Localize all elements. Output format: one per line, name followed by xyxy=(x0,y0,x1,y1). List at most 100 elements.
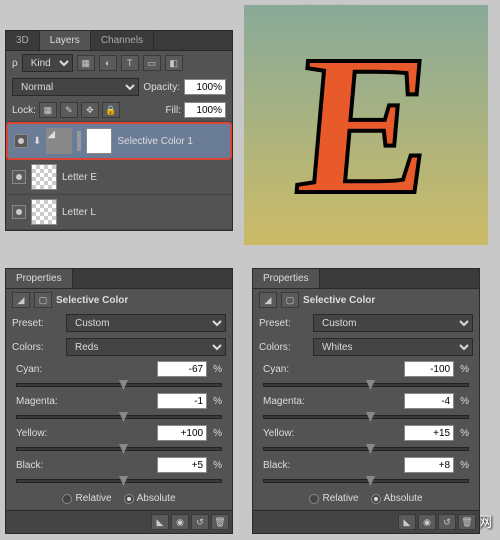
properties-panel-2: Properties ◢▢Selective Color Preset:Cust… xyxy=(252,268,480,534)
smart-filter-icon[interactable]: ◧ xyxy=(165,55,183,71)
tab-channels[interactable]: Channels xyxy=(91,31,154,50)
layer-name[interactable]: Letter E xyxy=(62,172,97,183)
channel-input[interactable] xyxy=(157,457,207,473)
lock-row: Lock: ▦ ✎ ✥ 🔒 Fill: xyxy=(6,99,232,122)
kind-label: ρ xyxy=(12,58,18,69)
tab-3d[interactable]: 3D xyxy=(6,31,40,50)
letter-art: E xyxy=(289,11,442,240)
tab-properties[interactable]: Properties xyxy=(6,269,73,288)
layer-selective-color[interactable]: ⬇ ◢ Selective Color 1 xyxy=(6,122,232,160)
pixel-filter-icon[interactable]: ▦ xyxy=(77,55,95,71)
preset-label: Preset: xyxy=(259,318,309,329)
adjustment-icon: ◢ xyxy=(12,292,30,308)
panel-footer: ◣ ◉ ↺ 🗑 xyxy=(253,510,479,533)
channel-slider[interactable] xyxy=(263,479,469,483)
adjustment-thumb[interactable]: ◢ xyxy=(46,128,72,154)
channel-slider[interactable] xyxy=(16,415,222,419)
channel-slider[interactable] xyxy=(16,479,222,483)
channel-slider[interactable] xyxy=(16,383,222,387)
visibility-icon[interactable] xyxy=(12,170,26,184)
channel-label: Yellow: xyxy=(16,428,66,439)
channel-input[interactable] xyxy=(157,425,207,441)
type-filter-icon[interactable]: T xyxy=(121,55,139,71)
panel-tabs: 3D Layers Channels xyxy=(6,31,232,51)
shape-filter-icon[interactable]: ▭ xyxy=(143,55,161,71)
blend-mode-select[interactable]: Normal xyxy=(12,78,139,96)
pct-label: % xyxy=(460,428,469,439)
tab-layers[interactable]: Layers xyxy=(40,31,91,50)
colors-select[interactable]: Reds xyxy=(66,338,226,356)
channel-label: Cyan: xyxy=(16,364,66,375)
mask-icon[interactable]: ▢ xyxy=(34,292,52,308)
visibility-icon[interactable] xyxy=(14,134,28,148)
relative-radio[interactable]: Relative xyxy=(62,493,111,504)
lock-paint-icon[interactable]: ✎ xyxy=(60,102,78,118)
channel-label: Magenta: xyxy=(16,396,66,407)
preset-select[interactable]: Custom xyxy=(313,314,473,332)
layer-thumb[interactable] xyxy=(31,164,57,190)
lock-all-icon[interactable]: 🔒 xyxy=(102,102,120,118)
lock-trans-icon[interactable]: ▦ xyxy=(39,102,57,118)
pct-label: % xyxy=(213,460,222,471)
channel-slider[interactable] xyxy=(16,447,222,451)
properties-panel-1: Properties ◢▢ Selective Color Preset: Cust… xyxy=(5,268,233,534)
preview-image: E xyxy=(244,5,488,245)
adjust-filter-icon[interactable]: ◐ xyxy=(99,55,117,71)
reset-icon[interactable]: ↺ xyxy=(438,514,456,530)
link-icon xyxy=(77,131,81,151)
colors-label: Colors: xyxy=(12,342,62,353)
absolute-radio[interactable]: Absolute xyxy=(371,493,423,504)
trash-icon[interactable]: 🗑 xyxy=(458,514,476,530)
mask-icon[interactable]: ▢ xyxy=(281,292,299,308)
trash-icon[interactable]: 🗑 xyxy=(211,514,229,530)
channel-slider[interactable] xyxy=(263,383,469,387)
absolute-radio[interactable]: Absolute xyxy=(124,493,176,504)
view-prev-icon[interactable]: ◉ xyxy=(418,514,436,530)
blend-row: Normal Opacity: xyxy=(6,75,232,99)
pct-label: % xyxy=(213,396,222,407)
channel-input[interactable] xyxy=(404,361,454,377)
channel-input[interactable] xyxy=(404,457,454,473)
preset-label: Preset: xyxy=(12,318,62,329)
channel-slider[interactable] xyxy=(263,415,469,419)
layer-letter-l[interactable]: Letter L xyxy=(6,195,232,230)
method-radio: Relative Absolute xyxy=(253,487,479,510)
pct-label: % xyxy=(460,460,469,471)
pct-label: % xyxy=(460,396,469,407)
channel-input[interactable] xyxy=(404,425,454,441)
relative-radio[interactable]: Relative xyxy=(309,493,358,504)
layer-letter-e[interactable]: Letter E xyxy=(6,160,232,195)
channel-input[interactable] xyxy=(404,393,454,409)
layers-panel: 3D Layers Channels ρ Kind ▦ ◐ T ▭ ◧ Norm… xyxy=(5,30,233,231)
clip-icon[interactable]: ◣ xyxy=(151,514,169,530)
channel-input[interactable] xyxy=(157,393,207,409)
layer-name[interactable]: Letter L xyxy=(62,207,96,218)
visibility-icon[interactable] xyxy=(12,205,26,219)
filter-row: ρ Kind ▦ ◐ T ▭ ◧ xyxy=(6,51,232,75)
panel-footer: ◣ ◉ ↺ 🗑 xyxy=(6,510,232,533)
header-text: Selective Color xyxy=(56,295,128,306)
layer-name[interactable]: Selective Color 1 xyxy=(117,136,193,147)
lock-move-icon[interactable]: ✥ xyxy=(81,102,99,118)
colors-select[interactable]: Whites xyxy=(313,338,473,356)
opacity-input[interactable] xyxy=(184,79,226,95)
reset-icon[interactable]: ↺ xyxy=(191,514,209,530)
layer-thumb[interactable] xyxy=(31,199,57,225)
opacity-label: Opacity: xyxy=(143,82,180,93)
view-prev-icon[interactable]: ◉ xyxy=(171,514,189,530)
preset-select[interactable]: Custom xyxy=(66,314,226,332)
channel-label: Yellow: xyxy=(263,428,313,439)
channel-slider[interactable] xyxy=(263,447,469,451)
channel-label: Cyan: xyxy=(263,364,313,375)
channel-label: Magenta: xyxy=(263,396,313,407)
channel-input[interactable] xyxy=(157,361,207,377)
pct-label: % xyxy=(213,428,222,439)
kind-select[interactable]: Kind xyxy=(22,54,73,72)
pct-label: % xyxy=(213,364,222,375)
clip-icon[interactable]: ◣ xyxy=(398,514,416,530)
mask-thumb[interactable] xyxy=(86,128,112,154)
tab-properties[interactable]: Properties xyxy=(253,269,320,288)
adjustment-icon: ◢ xyxy=(259,292,277,308)
fill-label: Fill: xyxy=(165,105,181,116)
fill-input[interactable] xyxy=(184,102,226,118)
